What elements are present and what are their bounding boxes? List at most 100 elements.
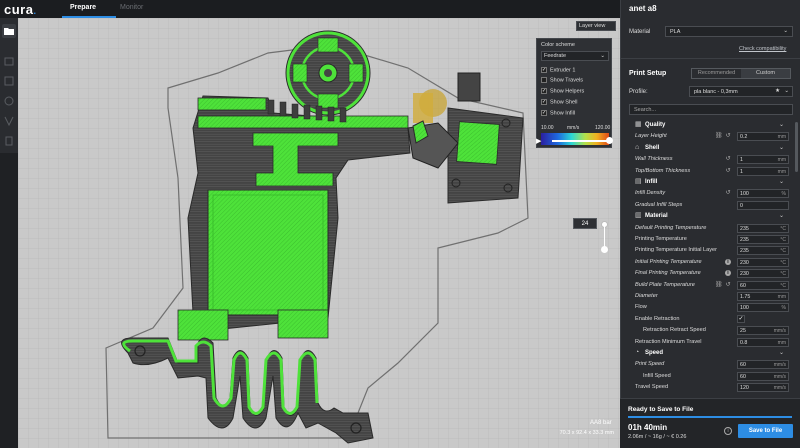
color-scheme-label: Color scheme [541, 42, 575, 48]
setting-value-input[interactable]: 0.8 mm [737, 337, 789, 347]
reset-icon[interactable]: ↺ [725, 282, 731, 288]
setting-label: Layer Height [635, 133, 667, 140]
reset-icon[interactable]: ↺ [725, 133, 731, 139]
recommended-mode-button[interactable]: Recommended [692, 69, 741, 78]
setting-value-input[interactable]: 1 mm [737, 155, 789, 165]
material-label: Material [629, 29, 651, 35]
setting-value-input[interactable]: 100% [737, 189, 789, 199]
3d-viewport[interactable]: Layer view Color scheme Feedrate ⌄ ✓ Extru… [18, 18, 620, 448]
settings-scrollbar[interactable] [795, 122, 798, 172]
show-infill-checkbox[interactable]: ✓ Show Infill [541, 110, 575, 116]
setting-checkbox[interactable]: ✓ [737, 314, 745, 323]
setting-value-input[interactable]: 230 °C [737, 269, 789, 279]
show-shell-checkbox[interactable]: ✓ Show Shell [541, 99, 578, 105]
checkbox-icon[interactable]: ✓ [541, 99, 547, 105]
setting-value-input[interactable]: 60 mm/s [737, 360, 789, 370]
setting-row: Retraction Minimum Travel 0.8 mm [621, 337, 793, 348]
settings-category-material[interactable]: ▥ Material ⌄ [621, 211, 793, 222]
setup-mode-toggle: Recommended Custom [691, 68, 791, 79]
info-icon[interactable]: i [725, 258, 731, 265]
chevron-down-icon: ⌄ [779, 350, 785, 356]
save-to-file-button[interactable]: Save to File [738, 424, 793, 438]
setting-value-input[interactable]: 0 [737, 200, 789, 210]
settings-category-quality[interactable]: ▦ Quality ⌄ [621, 120, 793, 131]
setting-value-input[interactable]: 1.75 mm [737, 292, 789, 301]
category-label: Speed [645, 350, 664, 356]
extruder-1-checkbox[interactable]: ✓ Extruder 1 [541, 67, 575, 73]
setting-value-input[interactable]: 25 mm/s [737, 326, 789, 336]
material-icon: ▥ [635, 212, 642, 220]
setting-row: Printing Temperature Initial Layer 235 °C [621, 245, 793, 256]
gradient-unit-label: mm/s [567, 125, 580, 131]
setting-value-input[interactable]: 0.2 mm [737, 132, 789, 142]
star-icon[interactable]: ★ [775, 88, 780, 94]
setting-row: Initial Printing Temperature i 230 °C [621, 257, 793, 268]
checkbox-icon[interactable]: ✓ [541, 88, 547, 94]
setting-label: Diameter [635, 293, 658, 299]
setting-value-input[interactable]: 120 mm/s [737, 383, 789, 393]
setting-value-input[interactable]: 235 °C [737, 246, 789, 256]
setting-row: Infill Speed 60 mm/s [621, 371, 793, 382]
setting-row: Flow 100% [621, 302, 793, 313]
category-label: Shell [645, 144, 660, 151]
tab-prepare[interactable]: Prepare [70, 4, 96, 11]
profile-label: Profile: [629, 89, 648, 95]
reset-icon[interactable]: ↺ [725, 190, 731, 196]
scale-tool-icon[interactable] [2, 74, 16, 88]
setting-value-input[interactable]: 230 °C [737, 257, 789, 267]
settings-category-speed[interactable]: ◔ Speed ⌄ [621, 348, 793, 359]
setting-value-input[interactable]: 100% [737, 303, 789, 313]
checkbox-icon[interactable] [541, 77, 547, 83]
reset-icon[interactable]: ↺ [725, 168, 731, 174]
layer-scrubber-track[interactable] [552, 140, 610, 142]
printer-name[interactable]: anet a8 [629, 4, 657, 13]
play-icon[interactable]: ▶ [536, 137, 541, 145]
open-file-icon[interactable] [2, 24, 16, 38]
layer-slider-bottom-handle[interactable] [601, 246, 608, 253]
mirror-tool-icon[interactable] [2, 114, 16, 128]
setting-row: Diameter 1.75 mm [621, 291, 793, 302]
chevron-down-icon: ⌄ [783, 28, 788, 34]
custom-mode-button[interactable]: Custom [741, 69, 790, 78]
show-helpers-checkbox[interactable]: ✓ Show Helpers [541, 88, 584, 94]
setting-value-input[interactable]: 60 °C [737, 280, 789, 290]
setting-value-input[interactable]: 1 mm [737, 166, 789, 176]
setting-value-input[interactable]: 235 °C [737, 235, 789, 244]
move-tool-icon[interactable] [2, 54, 16, 68]
setting-value-input[interactable]: 235 °C [737, 223, 789, 233]
setting-row: Printing Temperature 235 °C [621, 234, 793, 245]
per-model-settings-icon[interactable] [2, 134, 16, 148]
chevron-down-icon: ⌄ [779, 122, 785, 128]
checkbox-icon[interactable]: ✓ [541, 67, 547, 73]
link-icon[interactable]: ⛓ [715, 282, 723, 288]
settings-category-infill[interactable]: ▤ Infill ⌄ [621, 177, 793, 188]
info-icon[interactable]: i [725, 270, 731, 277]
settings-search-input[interactable]: Search... [629, 104, 793, 115]
layer-scrubber-handle[interactable] [606, 137, 613, 144]
layer-view-panel: Color scheme Feedrate ⌄ ✓ Extruder 1 Show … [536, 38, 612, 148]
setting-label: Infill Density [635, 190, 666, 197]
view-mode-select[interactable]: Layer view [576, 21, 616, 31]
build-plate-scene [18, 18, 620, 448]
setting-label: Retraction Retract Speed [643, 327, 706, 334]
current-layer-badge[interactable]: 24 [573, 218, 597, 229]
show-travels-checkbox[interactable]: Show Travels [541, 77, 583, 83]
color-scheme-select[interactable]: Feedrate ⌄ [541, 51, 609, 61]
setting-row: Print Speed 60 mm/s [621, 359, 793, 370]
rotate-tool-icon[interactable] [2, 94, 16, 108]
check-compatibility-link[interactable]: Check compatibility [739, 46, 786, 52]
settings-category-shell[interactable]: ⌂ Shell ⌄ [621, 143, 793, 154]
reset-icon[interactable]: ↺ [725, 156, 731, 162]
ready-status: Ready to Save to File [628, 406, 694, 413]
profile-select[interactable]: pla blanc - 0,3mm ★ ⌄ [689, 86, 793, 97]
setting-label: Enable Retraction [635, 315, 680, 322]
feedrate-gradient-legend [541, 133, 609, 145]
setting-value-input[interactable]: 60 mm/s [737, 371, 789, 381]
link-icon[interactable]: ⛓ [715, 133, 723, 139]
info-icon[interactable]: i [724, 427, 732, 435]
checkbox-icon[interactable]: ✓ [541, 110, 547, 116]
chevron-down-icon: ⌄ [600, 53, 605, 59]
setting-label: Printing Temperature [635, 236, 687, 242]
tab-monitor[interactable]: Monitor [120, 4, 143, 11]
material-select[interactable]: PLA ⌄ [665, 26, 793, 37]
